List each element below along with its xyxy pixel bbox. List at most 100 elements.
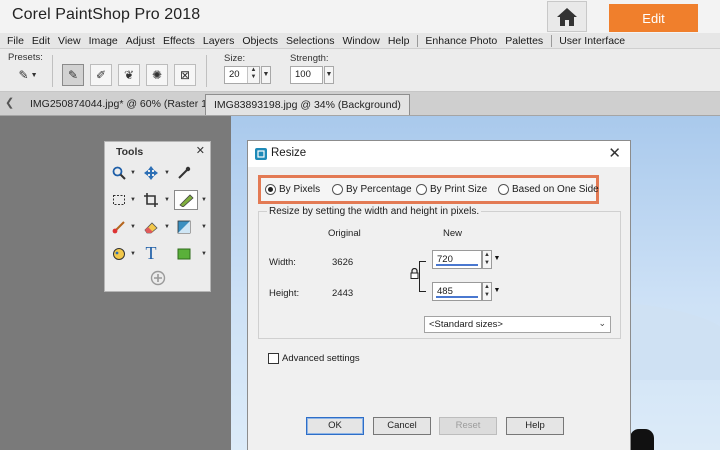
checkbox-box [268,353,279,364]
home-button[interactable] [547,1,587,32]
blend-icon: ❦ [123,68,135,82]
height-units-dropdown[interactable]: ▼ [493,282,501,301]
strength-dropdown[interactable]: ▼ [324,66,334,84]
width-spinner[interactable]: ▲ ▼ [482,250,492,269]
brush-tool-button[interactable]: ✎ [62,64,84,86]
scatter-tool-button[interactable]: ✺ [146,64,168,86]
lock-aspect-icon[interactable] [410,267,419,282]
size-dropdown[interactable]: ▼ [261,66,271,84]
toolbar-divider [206,55,207,87]
menu-help[interactable]: Help [388,35,410,47]
clone-tool-button[interactable]: ⊠ [174,64,196,86]
presets-dropdown[interactable]: ✎ ▼ [14,64,42,86]
group-caption: Resize by setting the width and height i… [267,206,482,217]
width-units-dropdown[interactable]: ▼ [493,250,501,269]
tab-scroll-left-icon[interactable]: ❮ [5,96,14,109]
advanced-settings-label: Advanced settings [282,353,360,364]
radio-by-pixels[interactable]: By Pixels [265,184,320,195]
tool-flyout-arrow[interactable]: ▼ [164,197,170,203]
close-icon[interactable]: ✕ [608,144,621,162]
radio-empty-icon [498,184,509,195]
dropper-icon[interactable] [175,164,193,182]
tools-palette-title: Tools [116,146,144,158]
new-height-input[interactable]: 485 [432,282,482,301]
add-tool-icon[interactable] [149,269,167,287]
gradient-icon[interactable] [175,218,193,236]
text-icon[interactable]: T [142,243,160,263]
strength-label: Strength: [290,53,329,64]
cancel-button[interactable]: Cancel [373,417,431,435]
menu-view[interactable]: View [58,35,81,47]
scatter-icon: ✺ [151,68,163,82]
radio-label: By Percentage [346,184,412,195]
eraser-icon[interactable] [142,218,160,236]
tool-flyout-arrow[interactable]: ▼ [201,197,207,203]
menu-window[interactable]: Window [342,35,379,47]
standard-sizes-value: <Standard sizes> [429,319,503,330]
straighten-icon[interactable] [174,190,198,210]
brush-preset-icon: ✎ [18,68,29,82]
paint-brush-icon[interactable] [110,218,128,236]
strength-input[interactable]: 100 [290,66,323,84]
radio-based-on-one-side[interactable]: Based on One Side [498,184,599,195]
pencil-tool-button[interactable]: ✐ [90,64,112,86]
size-input[interactable]: 20 ▲ ▼ [224,66,260,84]
advanced-settings-checkbox[interactable]: Advanced settings [268,353,360,364]
size-label: Size: [224,53,246,64]
blend-tool-button[interactable]: ❦ [118,64,140,86]
menu-palettes[interactable]: Palettes [505,35,543,47]
menu-objects[interactable]: Objects [242,35,278,47]
selection-icon[interactable] [110,191,128,209]
original-height: 2443 [332,288,354,299]
width-label: Width: [269,257,296,268]
document-tab-active[interactable]: IMG83893198.jpg @ 34% (Background) [205,94,410,115]
input-underline [436,296,478,298]
standard-sizes-select[interactable]: <Standard sizes> ⌄ [424,316,611,333]
crop-icon[interactable] [142,191,160,209]
tool-flyout-arrow[interactable]: ▼ [201,251,207,257]
edit-workspace-button[interactable]: Edit [609,4,698,32]
rectangle-shape-icon[interactable] [175,245,193,263]
tool-flyout-arrow[interactable]: ▼ [130,251,136,257]
height-spinner[interactable]: ▲ ▼ [482,282,492,301]
clone-icon: ⊠ [179,68,191,82]
tool-flyout-arrow[interactable]: ▼ [130,170,136,176]
close-icon[interactable]: ✕ [196,144,205,157]
move-icon[interactable] [142,164,160,182]
aspect-link-bracket [419,261,426,292]
menu-image[interactable]: Image [89,35,118,47]
menu-file[interactable]: File [7,35,24,47]
presets-label: Presets: [8,52,43,63]
help-button[interactable]: Help [506,417,564,435]
menu-edit[interactable]: Edit [32,35,50,47]
radio-empty-icon [332,184,343,195]
menu-user-interface[interactable]: User Interface [559,35,625,47]
reset-button[interactable]: Reset [439,417,497,435]
menu-enhance-photo[interactable]: Enhance Photo [425,35,497,47]
dialog-titlebar: Resize ✕ [248,141,630,167]
tool-flyout-arrow[interactable]: ▼ [164,224,170,230]
tool-flyout-arrow[interactable]: ▼ [130,224,136,230]
fill-icon[interactable] [110,245,128,263]
menu-effects[interactable]: Effects [163,35,195,47]
tool-flyout-arrow[interactable]: ▼ [201,224,207,230]
menu-layers[interactable]: Layers [203,35,235,47]
menu-selections[interactable]: Selections [286,35,334,47]
tool-flyout-arrow[interactable]: ▼ [130,197,136,203]
chevron-down-icon: ⌄ [598,318,606,328]
radio-by-percentage[interactable]: By Percentage [332,184,412,195]
zoom-icon[interactable] [110,164,128,182]
menu-adjust[interactable]: Adjust [126,35,155,47]
radio-label: Based on One Side [512,184,599,195]
strength-value: 100 [295,69,311,80]
ok-button[interactable]: OK [306,417,364,435]
brush-icon: ✎ [67,68,79,82]
radio-label: By Pixels [279,184,321,195]
radio-by-print-size[interactable]: By Print Size [416,184,487,195]
tool-flyout-arrow[interactable]: ▼ [164,170,170,176]
app-title: Corel PaintShop Pro 2018 [12,6,201,23]
document-tab[interactable]: IMG250874044.jpg* @ 60% (Raster 1) [22,94,219,115]
size-spinner[interactable]: ▲ ▼ [247,67,259,83]
new-width-input[interactable]: 720 [432,250,482,269]
home-icon [557,7,577,26]
